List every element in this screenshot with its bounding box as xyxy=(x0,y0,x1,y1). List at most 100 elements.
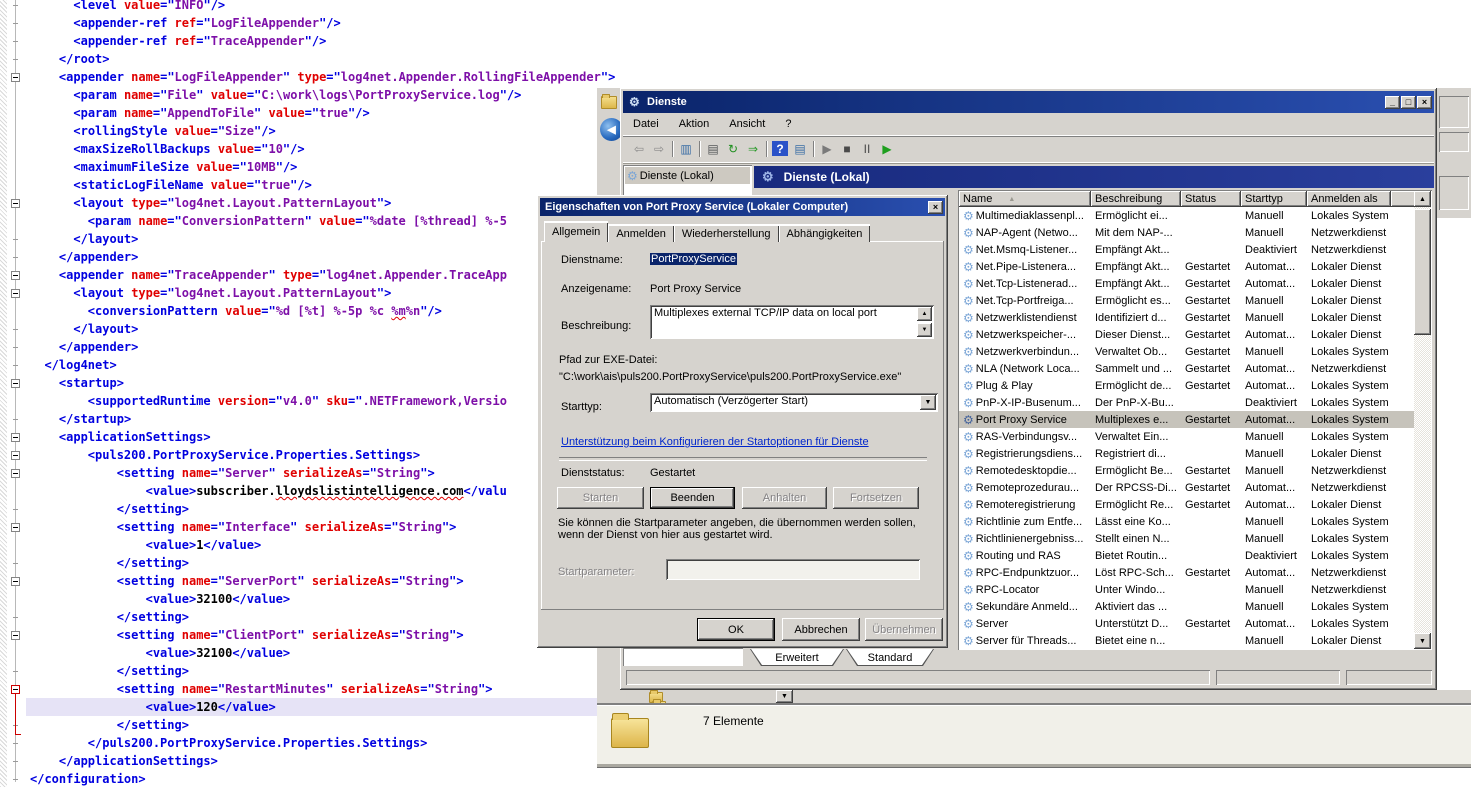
close-button[interactable]: × xyxy=(1417,96,1432,109)
fold-marker[interactable] xyxy=(11,523,20,532)
service-row[interactable]: ⚙Netzwerkspeicher-...Dieser Dienst...Ges… xyxy=(959,326,1416,343)
dialog-tab-anmelden[interactable]: Anmelden xyxy=(608,224,674,242)
service-row[interactable]: ⚙Net.Tcp-Listenerad...Empfängt Akt...Ges… xyxy=(959,275,1416,292)
resume-button[interactable]: Fortsetzen xyxy=(833,487,919,509)
dialog-tab-wiederherstellung[interactable]: Wiederherstellung xyxy=(674,224,779,242)
description-scroll-up-icon[interactable]: ▲ xyxy=(917,307,932,321)
service-row[interactable]: ⚙RemoteregistrierungErmöglicht Re...Gest… xyxy=(959,496,1416,513)
service-row[interactable]: ⚙NLA (Network Loca...Sammelt und ...Gest… xyxy=(959,360,1416,377)
stop-service-icon[interactable]: ■ xyxy=(837,140,857,158)
service-row[interactable]: ⚙NetzwerklistendienstIdentifiziert d...G… xyxy=(959,309,1416,326)
list-rows: ⚙Multimediaklassenpl...Ermöglicht ei...M… xyxy=(959,207,1416,649)
scroll-down-button[interactable]: ▼ xyxy=(1414,633,1431,649)
services-gears-icon: ⚙ xyxy=(627,169,638,183)
dialog-title-bar[interactable]: Eigenschaften von Port Proxy Service (Lo… xyxy=(540,198,945,216)
service-row[interactable]: ⚙Routing und RASBietet Routin...Deaktivi… xyxy=(959,547,1416,564)
service-logon: Lokales System xyxy=(1307,210,1391,222)
start-button[interactable]: Starten xyxy=(557,487,644,509)
ok-button[interactable]: OK xyxy=(697,618,775,641)
properties-icon[interactable]: ▤ xyxy=(703,140,723,158)
service-row[interactable]: ⚙Richtlinie zum Entfe...Lässt eine Ko...… xyxy=(959,513,1416,530)
column-header-blank[interactable] xyxy=(1391,191,1416,207)
refresh-icon[interactable]: ↻ xyxy=(723,140,743,158)
services-title-bar[interactable]: ⚙ Dienste _ □ × xyxy=(623,91,1434,113)
service-row[interactable]: ⚙NAP-Agent (Netwo...Mit dem NAP-...Manue… xyxy=(959,224,1416,241)
fold-marker[interactable] xyxy=(11,433,20,442)
fold-marker[interactable] xyxy=(11,379,20,388)
dialog-tab-allgemein[interactable]: Allgemein xyxy=(544,221,608,242)
fold-marker[interactable] xyxy=(11,685,20,694)
service-row[interactable]: ⚙Registrierungsdiens...Registriert di...… xyxy=(959,445,1416,462)
show-console-tree-icon[interactable]: ▥ xyxy=(676,140,696,158)
fold-marker[interactable] xyxy=(11,577,20,586)
description-scroll-down-icon[interactable]: ▼ xyxy=(917,323,932,337)
column-header-status[interactable]: Status xyxy=(1181,191,1241,207)
code-folding-gutter[interactable] xyxy=(0,0,26,787)
view-tab-erweitert[interactable]: Erweitert xyxy=(750,649,844,666)
fold-marker[interactable] xyxy=(11,451,20,460)
view-tab-standard[interactable]: Standard xyxy=(846,649,934,666)
service-name-value[interactable]: PortProxyService xyxy=(650,253,737,265)
service-row[interactable]: ⚙Net.Msmq-Listener...Empfängt Akt...Deak… xyxy=(959,241,1416,258)
service-row[interactable]: ⚙Netzwerkverbindun...Verwaltet Ob...Gest… xyxy=(959,343,1416,360)
address-dropdown-button[interactable]: ▼ xyxy=(776,690,793,703)
restart-service-icon[interactable]: ▶ xyxy=(877,140,897,158)
pause-button[interactable]: Anhalten xyxy=(742,487,827,509)
menu-item-ansicht[interactable]: Ansicht xyxy=(719,116,775,132)
service-row[interactable]: ⚙ServerUnterstützt D...GestartetAutomat.… xyxy=(959,615,1416,632)
service-row[interactable]: ⚙Sekundäre Anmeld...Aktiviert das ...Man… xyxy=(959,598,1416,615)
service-row[interactable]: ⚙Multimediaklassenpl...Ermöglicht ei...M… xyxy=(959,207,1416,224)
service-row[interactable]: ⚙Richtlinienergebniss...Stellt einen N..… xyxy=(959,530,1416,547)
fold-marker[interactable] xyxy=(11,289,20,298)
tree-item-dienste-lokal[interactable]: ⚙ Dienste (Lokal) xyxy=(625,167,750,184)
start-service-icon[interactable]: ▶ xyxy=(817,140,837,158)
service-row[interactable]: ⚙Remoteprozedurau...Der RPCSS-Di...Gesta… xyxy=(959,479,1416,496)
fold-marker[interactable] xyxy=(11,73,20,82)
service-row[interactable]: ⚙Port Proxy ServiceMultiplexes e...Gesta… xyxy=(959,411,1416,428)
column-header-name[interactable]: Name▲ xyxy=(959,191,1091,207)
stop-button[interactable]: Beenden xyxy=(650,487,735,509)
pause-service-icon[interactable]: II xyxy=(857,140,877,158)
service-row[interactable]: ⚙Net.Tcp-Portfreiga...Ermöglicht es...Ge… xyxy=(959,292,1416,309)
minimize-button[interactable]: _ xyxy=(1385,96,1400,109)
service-starttype: Deaktiviert xyxy=(1241,244,1307,256)
service-row[interactable]: ⚙Server für Threads...Bietet eine n...Ma… xyxy=(959,632,1416,649)
menu-item-?[interactable]: ? xyxy=(775,116,801,132)
forward-icon[interactable]: ⇨ xyxy=(649,140,669,158)
service-row[interactable]: ⚙PnP-X-IP-Busenum...Der PnP-X-Bu...Deakt… xyxy=(959,394,1416,411)
column-header-starttyp[interactable]: Starttyp xyxy=(1241,191,1307,207)
fold-marker[interactable] xyxy=(11,469,20,478)
start-params-input[interactable] xyxy=(666,559,920,580)
apply-button[interactable]: Übernehmen xyxy=(865,618,943,641)
menu-item-datei[interactable]: Datei xyxy=(623,116,669,132)
scroll-up-button[interactable]: ▲ xyxy=(1414,191,1431,207)
combobox-dropdown-icon[interactable]: ▼ xyxy=(920,395,936,410)
export-list-icon[interactable]: ⇒ xyxy=(743,140,763,158)
cancel-button[interactable]: Abbrechen xyxy=(782,618,860,641)
description-textbox[interactable]: Multiplexes external TCP/IP data on loca… xyxy=(650,305,934,339)
back-icon[interactable]: ⇦ xyxy=(629,140,649,158)
fold-marker[interactable] xyxy=(11,631,20,640)
service-row[interactable]: ⚙RAS-Verbindungsv...Verwaltet Ein...Manu… xyxy=(959,428,1416,445)
help-icon[interactable]: ? xyxy=(772,141,788,156)
services-gears-icon: ⚙ xyxy=(629,95,640,109)
menu-item-aktion[interactable]: Aktion xyxy=(669,116,720,132)
dialog-tab-abhangigkeiten[interactable]: Abhängigkeiten xyxy=(779,224,871,242)
scrollbar-thumb[interactable] xyxy=(1414,209,1431,335)
column-header-beschreibung[interactable]: Beschreibung xyxy=(1091,191,1181,207)
service-row[interactable]: ⚙RPC-Endpunktzuor...Löst RPC-Sch...Gesta… xyxy=(959,564,1416,581)
service-row[interactable]: ⚙Net.Pipe-Listenera...Empfängt Akt...Ges… xyxy=(959,258,1416,275)
column-header-anmelden-als[interactable]: Anmelden als xyxy=(1307,191,1391,207)
services-list[interactable]: Name▲BeschreibungStatusStarttypAnmelden … xyxy=(958,190,1432,650)
service-row[interactable]: ⚙Plug & PlayErmöglicht de...GestartetAut… xyxy=(959,377,1416,394)
fold-marker[interactable] xyxy=(11,199,20,208)
startup-options-link[interactable]: Unterstützung beim Konfigurieren der Sta… xyxy=(561,436,869,448)
start-type-combobox[interactable]: Automatisch (Verzögerter Start) ▼ xyxy=(650,393,938,412)
service-row[interactable]: ⚙Remotedesktopdie...Ermöglicht Be...Gest… xyxy=(959,462,1416,479)
extended-view-icon[interactable]: ▤ xyxy=(790,140,810,158)
maximize-button[interactable]: □ xyxy=(1401,96,1416,109)
service-row[interactable]: ⚙RPC-LocatorUnter Windo...ManuellNetzwer… xyxy=(959,581,1416,598)
dialog-close-button[interactable]: × xyxy=(928,201,943,214)
fold-marker[interactable] xyxy=(11,271,20,280)
vertical-scrollbar[interactable]: ▲ ▼ xyxy=(1414,191,1431,649)
